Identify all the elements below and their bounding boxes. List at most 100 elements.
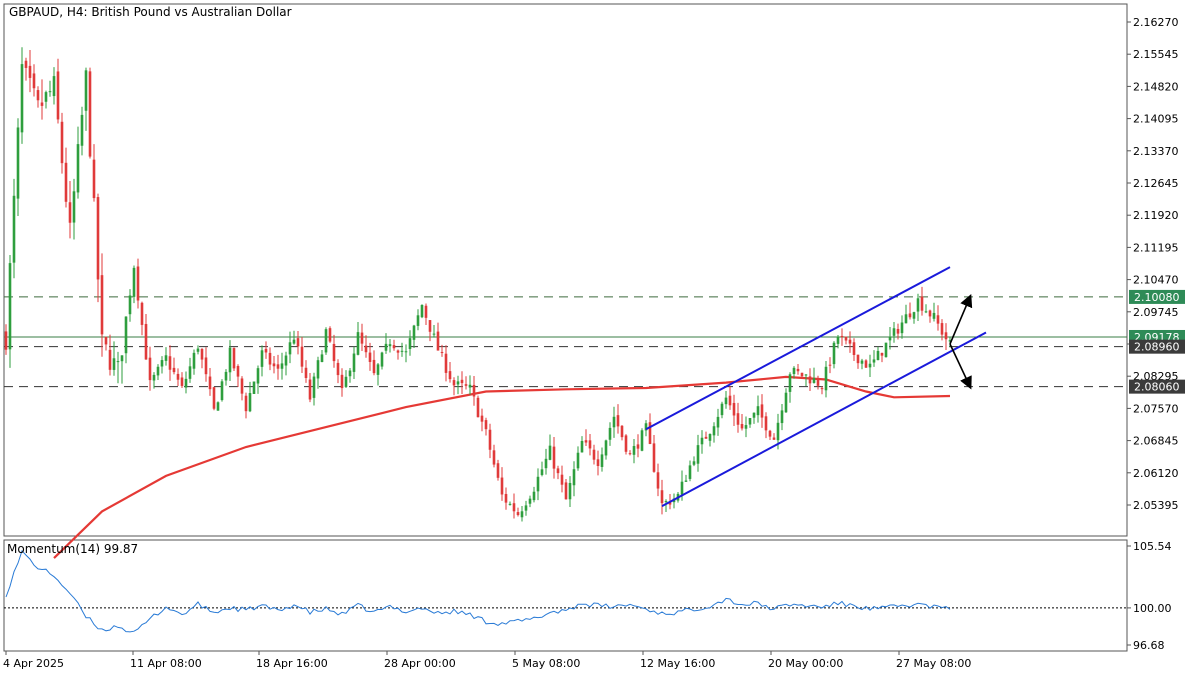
candle-body [852, 342, 856, 355]
candle-body [372, 359, 376, 374]
candle-body [356, 332, 360, 355]
candle-body [408, 338, 412, 349]
candle-body [268, 352, 272, 365]
candle-body [928, 310, 932, 317]
candle-body [616, 415, 620, 427]
candle-body [224, 371, 228, 381]
candle-body [924, 311, 928, 313]
candle-body [712, 426, 716, 436]
candle-body [4, 331, 8, 350]
x-tick-label: 27 May 08:00 [896, 657, 971, 670]
candle-body [48, 91, 52, 93]
candle-body [804, 374, 808, 376]
candle-body [888, 336, 892, 341]
x-tick-label: 20 May 00:00 [768, 657, 843, 670]
candle-body [428, 320, 432, 332]
candle-body [264, 348, 268, 353]
candle-body [136, 266, 140, 301]
candle-body [260, 350, 264, 367]
y-tick-label: 2.05395 [1133, 499, 1179, 512]
candle-body [464, 384, 468, 386]
candle-body [812, 378, 816, 383]
candle-body [568, 482, 572, 500]
x-tick-label: 28 Apr 00:00 [384, 657, 456, 670]
candle-body [468, 384, 472, 388]
candle-body [124, 316, 128, 354]
candle-body [904, 314, 908, 324]
candle-body [340, 374, 344, 389]
candle-body [604, 440, 608, 456]
candle-body [208, 376, 212, 390]
candle-body [940, 323, 944, 335]
candle-body [592, 449, 596, 460]
candle-body [472, 384, 476, 397]
candle-body [436, 331, 440, 351]
candle-body [312, 376, 316, 398]
candle-body [508, 503, 512, 505]
candle-body [164, 355, 168, 361]
candle-body [52, 76, 56, 97]
candle-body [784, 392, 788, 413]
candle-body [292, 339, 296, 344]
candle-body [532, 491, 536, 501]
candle-body [420, 304, 424, 318]
candle-body [84, 70, 88, 111]
candle-body [756, 406, 760, 416]
candle-body [36, 90, 40, 101]
candle-body [908, 313, 912, 318]
candle-body [384, 343, 388, 351]
candle-body [416, 315, 420, 326]
candle-body [296, 338, 300, 347]
candle-body [844, 336, 848, 341]
candle-body [596, 459, 600, 466]
candle-body [584, 440, 588, 443]
candle-body [656, 472, 660, 489]
candle-body [236, 366, 240, 377]
candle-body [628, 453, 632, 455]
candle-body [832, 342, 836, 365]
x-tick-label: 5 May 08:00 [512, 657, 580, 670]
candle-body [160, 360, 164, 367]
candle-body [864, 360, 868, 368]
candle-body [232, 348, 236, 369]
candle-body [688, 465, 692, 479]
candle-body [320, 354, 324, 363]
candle-body [872, 359, 876, 363]
candle-body [512, 503, 516, 512]
candle-body [704, 436, 708, 439]
candle-body [288, 342, 292, 355]
candle-body [444, 353, 448, 373]
candle-body [308, 379, 312, 400]
candle-body [168, 356, 172, 370]
candle-body [344, 376, 348, 387]
candle-body [684, 480, 688, 482]
candle-body [868, 363, 872, 368]
candle-body [916, 298, 920, 312]
chart-canvas[interactable]: 2.16270 2.15545 2.14820 2.14095 2.13370 2.126… [0, 0, 1200, 675]
candle-body [492, 450, 496, 465]
candle-body [540, 469, 544, 475]
candle-body [128, 295, 132, 315]
candle-body [388, 344, 392, 347]
candle-body [404, 351, 408, 353]
candle-body [280, 363, 284, 369]
candle-body [696, 445, 700, 464]
candle-body [856, 354, 860, 364]
candle-body [256, 368, 260, 384]
candle-body [556, 468, 560, 474]
candle-body [588, 440, 592, 449]
candle-body [580, 440, 584, 453]
candle-body [884, 342, 888, 358]
candle-body [332, 343, 336, 362]
x-tick-label: 18 Apr 16:00 [256, 657, 328, 670]
candle-body [780, 410, 784, 424]
candle-body [152, 374, 156, 381]
candle-body [32, 73, 36, 89]
candle-body [764, 416, 768, 431]
candle-body [8, 263, 12, 350]
candle-body [364, 345, 368, 353]
candle-body [108, 349, 112, 370]
candle-body [600, 454, 604, 467]
candle-body [304, 367, 308, 378]
trading-chart[interactable]: 2.16270 2.15545 2.14820 2.14095 2.13370 2.126… [0, 0, 1200, 675]
